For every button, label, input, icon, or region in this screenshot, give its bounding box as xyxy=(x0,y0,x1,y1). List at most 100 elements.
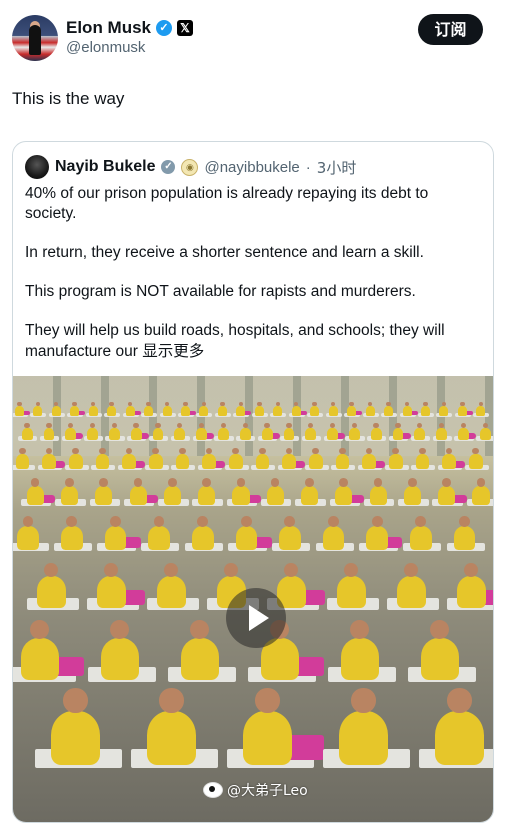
worker-figure xyxy=(43,428,55,440)
separator-dot: · xyxy=(305,158,311,176)
worker-head xyxy=(98,447,106,455)
worker-head xyxy=(240,515,252,527)
worker-figure xyxy=(235,526,258,550)
worker-figure xyxy=(255,454,270,469)
author-avatar[interactable] xyxy=(12,15,58,61)
quoted-post[interactable]: Nayib Bukele ✓ ◉ @nayibbukele · 3小时 40% … xyxy=(12,141,494,823)
worker-figure xyxy=(51,711,100,765)
worker-figure xyxy=(365,406,375,416)
worker-figure xyxy=(107,406,117,416)
worker-figure xyxy=(88,406,98,416)
worker-figure xyxy=(42,454,56,469)
worker-figure xyxy=(309,454,323,469)
worker-head xyxy=(24,422,30,429)
worker-head xyxy=(110,620,130,640)
worker-head xyxy=(224,562,239,577)
avatar-figure-shape xyxy=(29,25,41,55)
government-seal-icon: ◉ xyxy=(181,158,199,176)
worker-figure xyxy=(101,638,139,680)
worker-figure xyxy=(61,526,83,550)
worker-figure xyxy=(26,486,44,505)
worker-figure xyxy=(453,526,476,550)
worker-figure xyxy=(472,486,490,505)
quoted-paragraph-4: They will help us build roads, hospitals… xyxy=(25,321,480,362)
worker-head xyxy=(395,422,401,429)
worker-figure xyxy=(414,428,426,440)
quoted-post-body: 40% of our prison population is already … xyxy=(25,184,480,381)
worker-head xyxy=(236,478,246,487)
worker-figure xyxy=(301,486,319,505)
worker-head xyxy=(190,620,210,640)
worker-figure xyxy=(239,428,251,440)
worker-figure xyxy=(97,576,126,608)
worker-head xyxy=(404,562,419,577)
worker-figure xyxy=(69,454,83,469)
worker-head xyxy=(65,478,74,487)
worker-figure xyxy=(273,406,283,416)
worker-head xyxy=(415,515,427,527)
subscribe-button[interactable]: 订阅 xyxy=(418,14,483,45)
worker-figure xyxy=(410,526,432,550)
worker-head xyxy=(63,688,88,713)
worker-figure xyxy=(218,428,229,440)
post-text: This is the way xyxy=(12,89,125,108)
show-more-link[interactable]: 显示更多 xyxy=(142,342,204,360)
worker-head xyxy=(423,401,428,407)
worker-figure xyxy=(129,486,147,505)
worker-head xyxy=(109,515,121,527)
worker-head xyxy=(344,562,359,577)
worker-figure xyxy=(282,454,296,469)
worker-figure xyxy=(243,711,292,765)
worker-figure xyxy=(335,454,350,469)
worker-head xyxy=(408,478,417,487)
worker-head xyxy=(270,478,280,487)
worker-head xyxy=(460,401,465,407)
worker-figure xyxy=(152,428,164,440)
worker-head xyxy=(339,478,348,487)
quoted-paragraph-2: In return, they receive a shorter senten… xyxy=(25,244,424,261)
worker-figure xyxy=(217,406,227,416)
play-icon[interactable] xyxy=(226,588,286,648)
worker-figure xyxy=(254,406,264,416)
worker-head xyxy=(258,447,266,455)
author-name[interactable]: Elon Musk xyxy=(66,18,151,38)
worker-figure xyxy=(389,454,403,469)
quoted-author-avatar[interactable] xyxy=(25,155,49,179)
worker-figure xyxy=(15,454,30,469)
worker-head xyxy=(351,688,376,713)
worker-figure xyxy=(421,406,430,416)
worker-head xyxy=(197,515,208,527)
worker-figure xyxy=(157,576,186,608)
worker-figure xyxy=(130,428,142,440)
post-header: Elon Musk ✓ 𝕏 @elonmusk 订阅 xyxy=(0,0,505,70)
author-handle[interactable]: @elonmusk xyxy=(66,39,145,56)
worker-figure xyxy=(21,638,59,680)
worker-figure xyxy=(442,454,456,469)
worker-figure xyxy=(37,576,66,608)
worker-head xyxy=(350,620,370,640)
worker-figure xyxy=(14,406,24,416)
worker-head xyxy=(220,401,225,407)
worker-head xyxy=(109,401,114,407)
worker-head xyxy=(104,562,119,577)
worker-figure xyxy=(402,406,412,416)
worker-head xyxy=(349,401,354,407)
worker-head xyxy=(202,478,211,487)
quoted-post-header: Nayib Bukele ✓ ◉ @nayibbukele · 3小时 xyxy=(25,155,356,179)
worker-figure xyxy=(397,576,426,608)
worker-figure xyxy=(457,576,486,608)
quoted-author-handle[interactable]: @nayibbukele xyxy=(204,159,299,176)
worker-figure xyxy=(266,486,284,505)
worker-head xyxy=(22,515,34,527)
video-thumbnail[interactable] xyxy=(13,376,493,822)
worker-figure xyxy=(122,454,136,469)
worker-figure xyxy=(421,638,459,680)
worker-figure xyxy=(469,454,483,469)
worker-figure xyxy=(174,428,186,440)
worker-head xyxy=(66,515,78,527)
worker-figure xyxy=(95,486,113,505)
worker-figure xyxy=(17,526,39,550)
gray-verified-icon: ✓ xyxy=(161,160,176,174)
worker-figure xyxy=(349,428,360,440)
quoted-author-name[interactable]: Nayib Bukele xyxy=(55,158,155,176)
